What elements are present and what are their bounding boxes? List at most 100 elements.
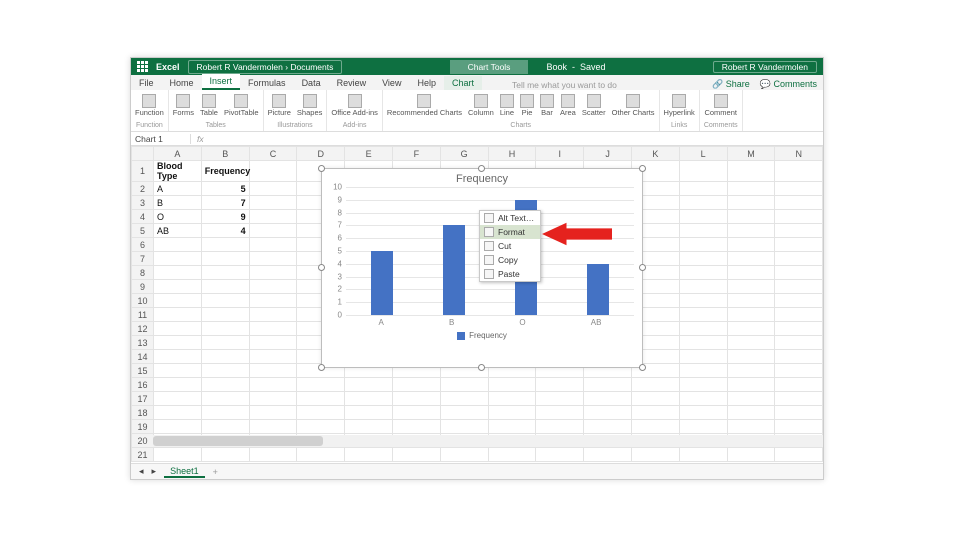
cell[interactable] <box>154 322 202 336</box>
chart-bar[interactable] <box>443 225 465 315</box>
ribbon-comment[interactable]: Comment <box>704 94 737 117</box>
cell[interactable] <box>631 448 679 462</box>
ribbon-table[interactable]: Table <box>200 94 218 117</box>
cell[interactable]: Frequency <box>201 161 249 182</box>
cell[interactable] <box>775 238 823 252</box>
cell[interactable]: Blood Type <box>154 161 202 182</box>
cell[interactable] <box>440 392 488 406</box>
cell[interactable] <box>345 378 393 392</box>
context-menu-item[interactable]: Copy <box>480 253 540 267</box>
share-button[interactable]: 🔗 Share <box>712 79 750 90</box>
row-header[interactable]: 20 <box>132 434 154 448</box>
chart-bar[interactable] <box>371 251 393 315</box>
row-header[interactable]: 5 <box>132 224 154 238</box>
cell[interactable] <box>201 252 249 266</box>
cell[interactable] <box>488 420 536 434</box>
column-header[interactable]: G <box>440 147 488 161</box>
cell[interactable] <box>154 420 202 434</box>
row-header[interactable]: 7 <box>132 252 154 266</box>
cell[interactable] <box>775 224 823 238</box>
comments-button[interactable]: 💬 Comments <box>760 79 817 90</box>
cell[interactable] <box>249 364 297 378</box>
cell[interactable] <box>679 322 727 336</box>
cell[interactable] <box>392 448 440 462</box>
cell[interactable] <box>727 280 775 294</box>
ribbon-bar[interactable]: Bar <box>540 94 554 117</box>
cell[interactable] <box>679 378 727 392</box>
cell[interactable] <box>249 266 297 280</box>
cell[interactable] <box>775 280 823 294</box>
cell[interactable] <box>249 350 297 364</box>
tab-data[interactable]: Data <box>294 76 329 90</box>
cell[interactable] <box>584 392 632 406</box>
resize-handle[interactable] <box>639 264 646 271</box>
ribbon-pie[interactable]: Pie <box>520 94 534 117</box>
column-header[interactable]: A <box>154 147 202 161</box>
cell[interactable] <box>154 252 202 266</box>
cell[interactable] <box>727 364 775 378</box>
cell[interactable] <box>154 294 202 308</box>
cell[interactable] <box>154 448 202 462</box>
cell[interactable]: 7 <box>201 196 249 210</box>
cell[interactable] <box>154 308 202 322</box>
cell[interactable] <box>536 420 584 434</box>
cell[interactable] <box>727 196 775 210</box>
cell[interactable] <box>249 196 297 210</box>
cell[interactable] <box>345 420 393 434</box>
cell[interactable] <box>631 406 679 420</box>
cell[interactable] <box>679 406 727 420</box>
cell[interactable] <box>679 252 727 266</box>
cell[interactable] <box>775 406 823 420</box>
cell[interactable] <box>201 364 249 378</box>
cell[interactable] <box>440 448 488 462</box>
name-box[interactable]: Chart 1 <box>131 134 191 144</box>
column-header[interactable]: H <box>488 147 536 161</box>
cell[interactable] <box>727 182 775 196</box>
row-header[interactable]: 13 <box>132 336 154 350</box>
cell[interactable] <box>154 406 202 420</box>
cell[interactable] <box>297 406 345 420</box>
row-header[interactable]: 21 <box>132 448 154 462</box>
context-menu-item[interactable]: Alt Text… <box>480 211 540 225</box>
cell[interactable] <box>249 322 297 336</box>
cell[interactable] <box>536 448 584 462</box>
add-sheet-button[interactable]: + <box>213 467 218 477</box>
cell[interactable] <box>679 392 727 406</box>
cell[interactable] <box>297 378 345 392</box>
cell[interactable] <box>249 224 297 238</box>
cell[interactable] <box>440 406 488 420</box>
cell[interactable] <box>249 378 297 392</box>
cell[interactable]: AB <box>154 224 202 238</box>
cell[interactable] <box>201 308 249 322</box>
row-header[interactable]: 8 <box>132 266 154 280</box>
cell[interactable] <box>679 420 727 434</box>
tab-chart[interactable]: Chart <box>444 76 482 90</box>
cell[interactable] <box>536 378 584 392</box>
column-header[interactable]: L <box>679 147 727 161</box>
column-header[interactable]: J <box>584 147 632 161</box>
cell[interactable] <box>727 238 775 252</box>
cell[interactable] <box>727 294 775 308</box>
cell[interactable] <box>345 448 393 462</box>
cell[interactable] <box>775 448 823 462</box>
cell[interactable] <box>154 378 202 392</box>
cell[interactable] <box>679 336 727 350</box>
cell[interactable]: 9 <box>201 210 249 224</box>
cell[interactable]: 5 <box>201 182 249 196</box>
cell[interactable]: B <box>154 196 202 210</box>
cell[interactable] <box>249 448 297 462</box>
cell[interactable] <box>775 322 823 336</box>
cell[interactable] <box>679 364 727 378</box>
cell[interactable] <box>297 392 345 406</box>
cell[interactable] <box>631 420 679 434</box>
ribbon-shapes[interactable]: Shapes <box>297 94 322 117</box>
cell[interactable] <box>584 448 632 462</box>
cell[interactable] <box>775 350 823 364</box>
cell[interactable] <box>775 308 823 322</box>
row-header[interactable]: 18 <box>132 406 154 420</box>
row-header[interactable]: 1 <box>132 161 154 182</box>
cell[interactable] <box>392 420 440 434</box>
scrollbar-thumb[interactable] <box>153 436 323 446</box>
column-header[interactable]: B <box>201 147 249 161</box>
cell[interactable] <box>775 161 823 182</box>
